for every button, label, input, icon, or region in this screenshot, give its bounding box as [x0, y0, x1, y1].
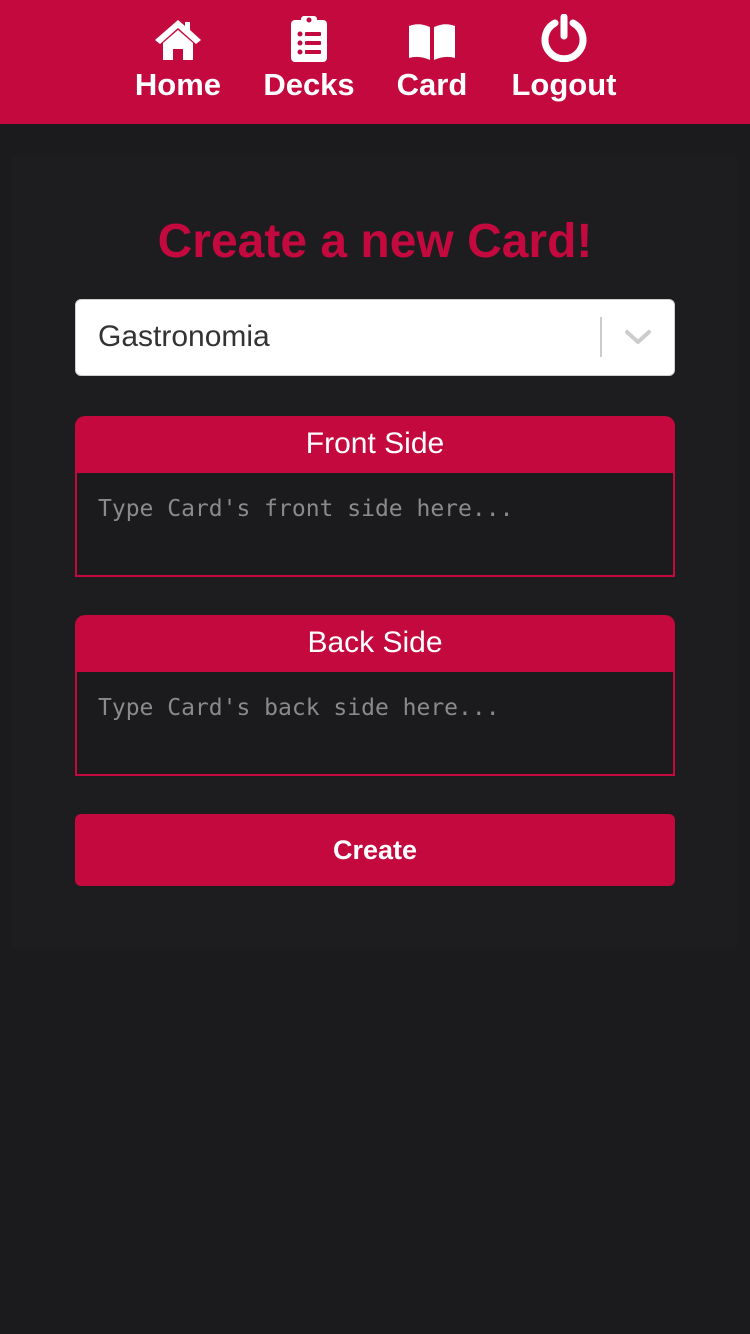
nav-item-label: Decks [263, 67, 355, 102]
clipboard-list-icon [281, 14, 337, 62]
create-button[interactable]: Create [75, 814, 675, 886]
front-side-input[interactable] [75, 473, 675, 577]
front-side-field: Front Side [75, 416, 675, 578]
nav-item-logout[interactable]: Logout [509, 14, 619, 114]
book-open-icon [404, 14, 460, 62]
nav-item-home[interactable]: Home [134, 14, 222, 114]
page-title: Create a new Card! [157, 215, 593, 268]
front-side-header: Front Side [75, 416, 675, 474]
nav-item-decks[interactable]: Decks [262, 14, 356, 114]
nav-item-label: Card [396, 67, 468, 102]
chevron-down-icon[interactable] [624, 326, 652, 348]
deck-select-value: Gastronomia [98, 320, 270, 353]
nav-item-card[interactable]: Card [396, 14, 468, 114]
select-divider [600, 317, 602, 357]
back-side-field: Back Side [75, 615, 675, 777]
home-icon [150, 14, 206, 62]
back-side-header: Back Side [75, 615, 675, 673]
power-icon [536, 14, 592, 62]
nav-item-label: Home [134, 67, 222, 102]
top-navbar: Home Decks Card Logout [0, 0, 750, 124]
back-side-input[interactable] [75, 672, 675, 776]
nav-item-label: Logout [511, 67, 617, 102]
deck-select[interactable]: Gastronomia [75, 299, 675, 376]
